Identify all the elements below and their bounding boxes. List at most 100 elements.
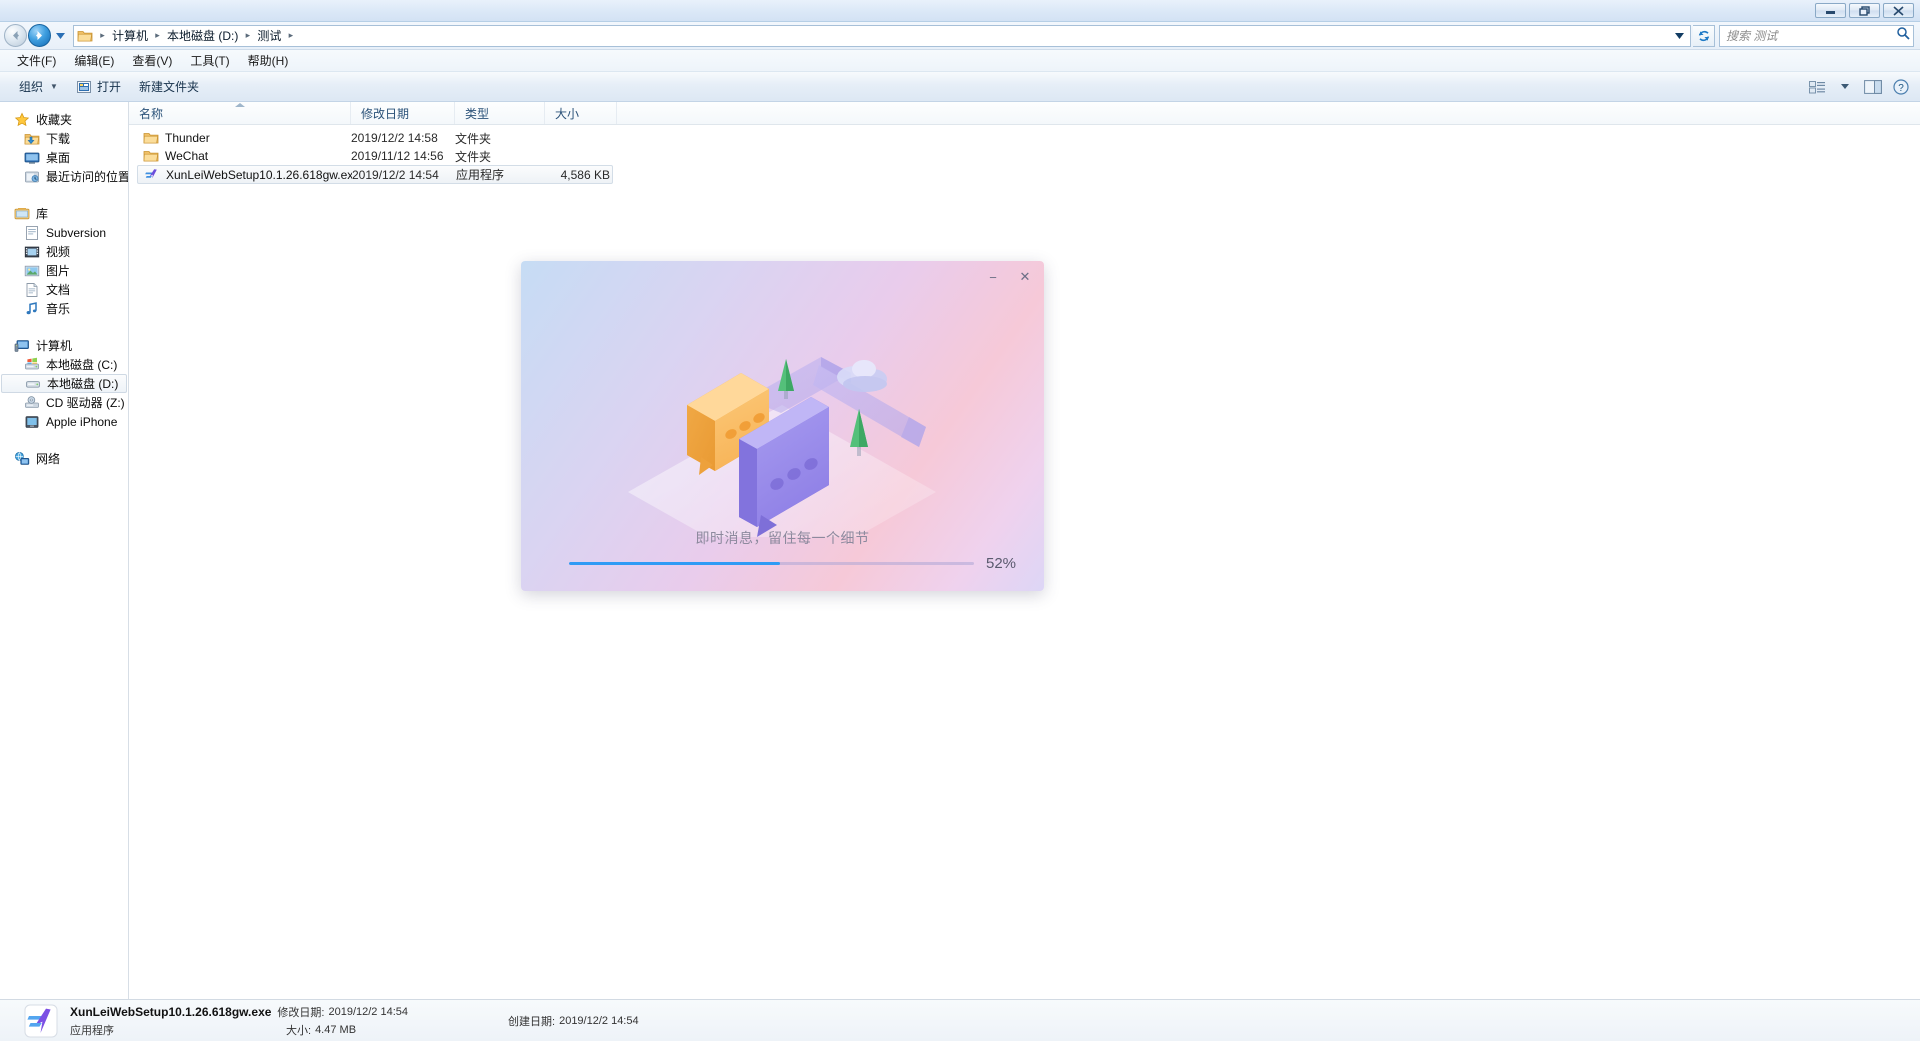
xunlei-icon [144,167,160,183]
pictures-icon [24,263,40,279]
open-button[interactable]: 打开 [67,75,130,98]
open-icon [76,79,92,95]
help-icon[interactable]: ? [1888,76,1914,98]
sidebar-item-drive-c[interactable]: 本地磁盘 (C:) [0,355,128,374]
file-name-cell: XunLeiWebSetup10.1.26.618gw.exe [138,167,352,183]
column-header-date[interactable]: 修改日期 [351,102,455,124]
computer-icon [14,338,30,354]
search-icon[interactable] [1896,26,1910,45]
sidebar-item-desktop[interactable]: 桌面 [0,148,128,167]
column-headers: 名称 修改日期 类型 大小 [129,102,1920,125]
details-size-label: 大小: [286,1022,311,1038]
menu-view[interactable]: 查看(V) [123,51,181,71]
progress-bar-track [569,562,974,565]
folder-icon [143,148,159,164]
table-row[interactable]: Thunder 2019/12/2 14:58 文件夹 [137,129,613,147]
chevron-down-icon: ▼ [50,82,58,91]
sidebar-item-subversion[interactable]: Subversion [0,223,128,242]
file-name: WeChat [165,149,208,163]
progress-bar-fill [569,562,780,565]
sidebar-label: 收藏夹 [36,111,72,128]
table-row[interactable]: XunLeiWebSetup10.1.26.618gw.exe 2019/12/… [137,165,613,184]
navigation-buttons [2,24,69,47]
organize-button[interactable]: 组织 ▼ [10,75,67,98]
sidebar-item-recent-places[interactable]: 最近访问的位置 [0,167,128,186]
music-icon [24,301,40,317]
sidebar-header-libraries[interactable]: 库 [0,204,128,223]
preview-pane-icon[interactable] [1860,76,1886,98]
file-name: Thunder [165,131,210,145]
drive-icon [25,376,41,392]
sidebar-group-libraries: 库 Subversion [0,204,128,318]
menu-tools[interactable]: 工具(T) [181,51,238,71]
installer-close-button[interactable]: ✕ [1016,268,1034,286]
address-bar[interactable]: ▸ 计算机 ▸ 本地磁盘 (D:) ▸ 测试 ▸ [73,25,1691,47]
progress-percent-label: 52% [986,555,1026,572]
folder-icon [77,28,93,44]
address-bar-row: ▸ 计算机 ▸ 本地磁盘 (D:) ▸ 测试 ▸ 搜索 测试 [0,22,1920,50]
sidebar-header-favorites[interactable]: 收藏夹 [0,110,128,129]
sidebar-label: 图片 [46,262,70,279]
minimize-button[interactable] [1815,3,1846,18]
sidebar-header-network[interactable]: 网络 [0,449,128,468]
details-modified-value: 2019/12/2 14:54 [328,1006,408,1018]
restore-button[interactable] [1849,3,1880,18]
sidebar-label: 文档 [46,281,70,298]
installer-minimize-button[interactable]: − [984,268,1002,286]
menu-edit[interactable]: 编辑(E) [65,51,123,71]
forward-button[interactable] [28,24,51,47]
column-header-name[interactable]: 名称 [129,102,351,124]
new-folder-button[interactable]: 新建文件夹 [130,75,208,98]
column-header-type[interactable]: 类型 [455,102,545,124]
navigation-pane: 收藏夹 下载 [0,102,129,999]
view-mode-icon[interactable] [1804,76,1830,98]
sidebar-item-cd-drive-z[interactable]: CD 驱动器 (Z:) [0,393,128,412]
sidebar-label: 下载 [46,130,70,147]
breadcrumb-item-computer[interactable]: 计算机 [110,26,150,45]
column-label: 类型 [465,105,489,122]
details-modified-label: 修改日期: [277,1004,324,1020]
file-date: 2019/12/2 14:58 [351,131,455,145]
sidebar-label: 网络 [36,450,60,467]
view-dropdown-icon[interactable] [1832,76,1858,98]
sidebar-group-network: 网络 [0,449,128,468]
sidebar-item-music[interactable]: 音乐 [0,299,128,318]
refresh-button[interactable] [1693,25,1715,47]
library-icon [14,206,30,222]
menu-file[interactable]: 文件(F) [8,51,65,71]
search-input[interactable]: 搜索 测试 [1719,25,1914,47]
details-created-label: 创建日期: [508,1013,555,1029]
menu-help[interactable]: 帮助(H) [239,51,298,71]
breadcrumb-separator: ▸ [95,30,110,41]
column-header-size[interactable]: 大小 [545,102,617,124]
table-row[interactable]: WeChat 2019/11/12 14:56 文件夹 [137,147,613,165]
sidebar-item-drive-d[interactable]: 本地磁盘 (D:) [1,374,127,393]
back-button[interactable] [4,24,27,47]
details-line-1: XunLeiWebSetup10.1.26.618gw.exe 修改日期: 20… [70,1004,408,1020]
sidebar-label: Apple iPhone [46,415,117,429]
sidebar-label: 音乐 [46,300,70,317]
sidebar-item-documents[interactable]: 文档 [0,280,128,299]
installer-progress: 52% [569,555,1026,572]
sidebar-group-computer: 计算机 本地磁盘 (C:) [0,336,128,431]
breadcrumb-item-ceshi[interactable]: 测试 [255,26,283,45]
cd-drive-icon [24,395,40,411]
sidebar-item-pictures[interactable]: 图片 [0,261,128,280]
file-type: 应用程序 [456,166,546,183]
documents-icon [24,282,40,298]
sidebar-label: Subversion [46,226,106,240]
sidebar-item-downloads[interactable]: 下载 [0,129,128,148]
chevron-down-icon[interactable] [1671,26,1688,46]
downloads-icon [24,131,40,147]
sidebar-gap [0,320,128,336]
menu-bar: 文件(F) 编辑(E) 查看(V) 工具(T) 帮助(H) [0,50,1920,72]
close-button[interactable] [1883,3,1914,18]
recent-pages-dropdown-icon[interactable] [53,26,67,46]
sidebar-item-videos[interactable]: 视频 [0,242,128,261]
sidebar-item-apple-iphone[interactable]: Apple iPhone [0,412,128,431]
sidebar-header-computer[interactable]: 计算机 [0,336,128,355]
network-icon [14,451,30,467]
breadcrumb-item-drive-d[interactable]: 本地磁盘 (D:) [165,26,240,45]
svg-text:?: ? [1898,83,1904,94]
installer-tagline: 即时消息，留住每一个细节 [521,528,1044,548]
